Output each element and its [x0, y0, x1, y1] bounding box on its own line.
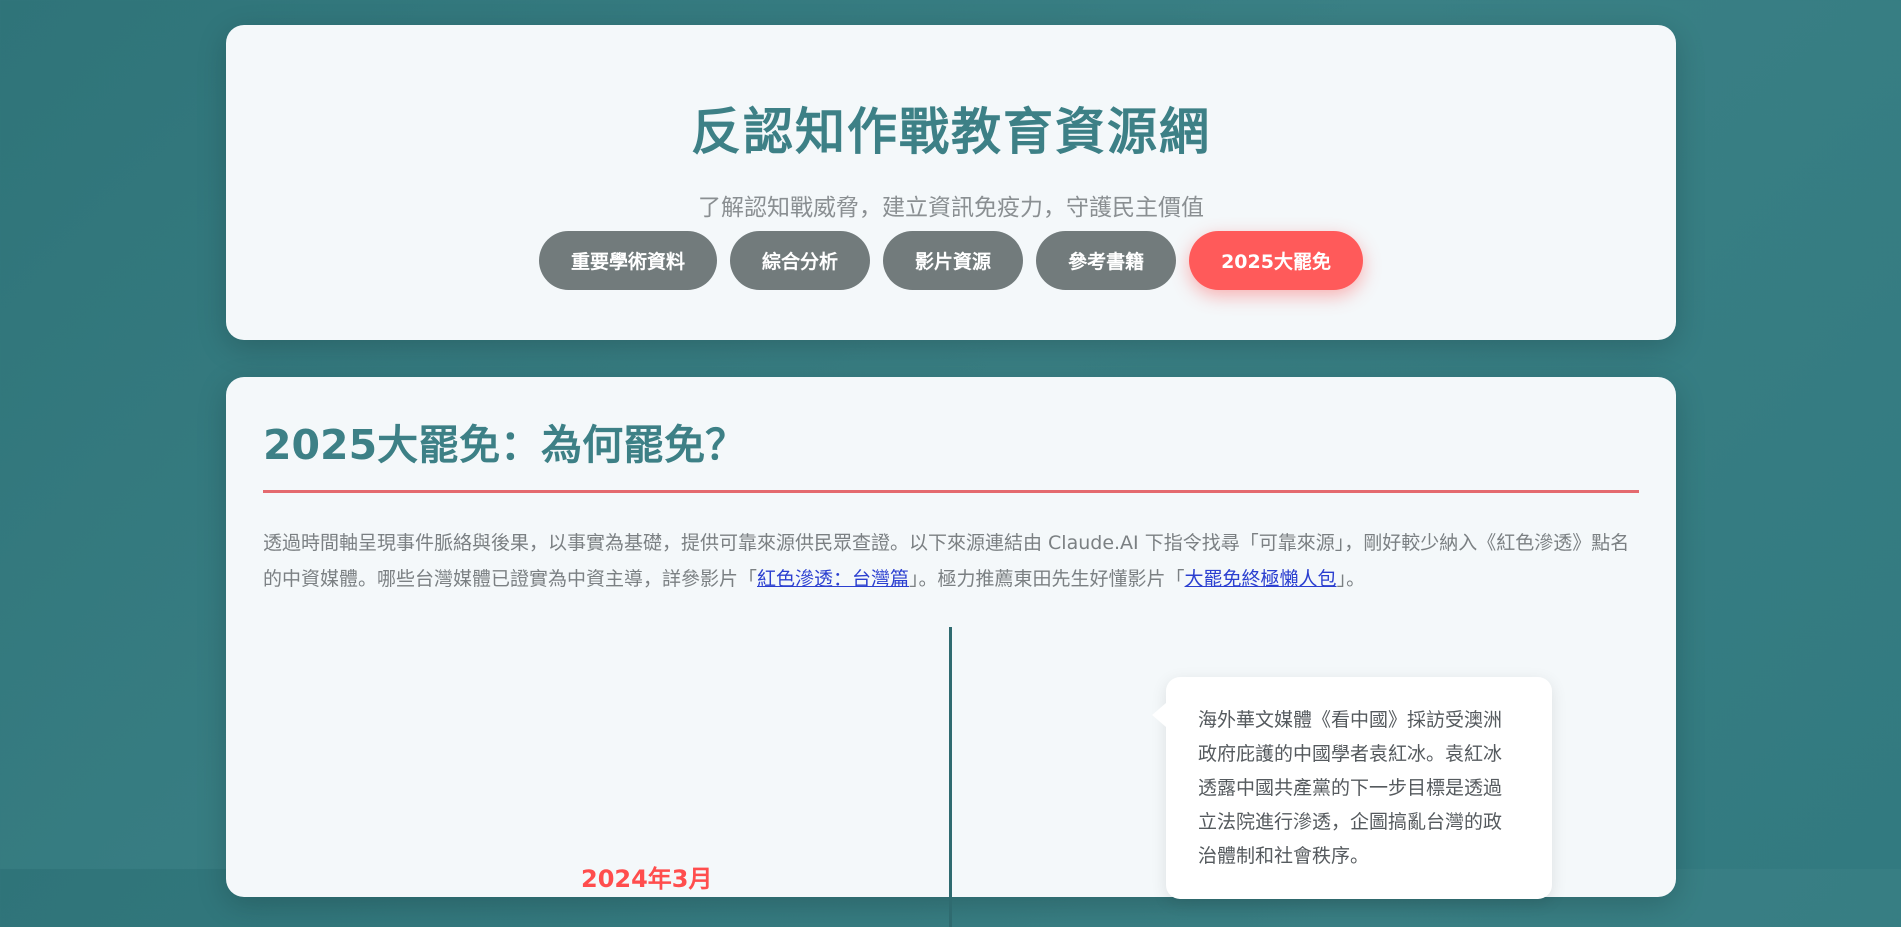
timeline-date: 2024年3月: [581, 865, 713, 893]
title-divider: [263, 490, 1639, 493]
timeline-event-card: 海外華文媒體《看中國》採訪受澳洲政府庇護的中國學者袁紅冰。袁紅冰透露中國共產黨的…: [1152, 677, 1552, 899]
red-infiltration-link[interactable]: 紅色滲透：台灣篇: [757, 568, 909, 590]
nav-video-button[interactable]: 影片資源: [883, 231, 1024, 290]
nav-recall-2025-button[interactable]: 2025大罷免: [1189, 231, 1363, 290]
intro-text-3: 」。: [1336, 568, 1366, 590]
section-title: 2025大罷免：為何罷免？: [263, 421, 747, 469]
section-intro: 透過時間軸呈現事件脈絡與後果，以事實為基礎，提供可靠來源供民眾查證。以下來源連結…: [263, 525, 1643, 597]
header-card: 反認知作戰教育資源網 了解認知戰威脅，建立資訊免疫力，守護民主價值 重要學術資料…: [226, 25, 1676, 340]
nav-books-button[interactable]: 參考書籍: [1036, 231, 1177, 290]
nav-analysis-button[interactable]: 綜合分析: [730, 231, 871, 290]
timeline-axis: [949, 627, 952, 927]
site-subtitle: 了解認知戰威脅，建立資訊免疫力，守護民主價值: [698, 195, 1204, 221]
site-title: 反認知作戰教育資源網: [691, 103, 1211, 161]
main-nav: 重要學術資料 綜合分析 影片資源 參考書籍 2025大罷免: [226, 231, 1676, 290]
nav-academic-button[interactable]: 重要學術資料: [539, 231, 718, 290]
intro-text-2: 」。極力推薦東田先生好懂影片「: [909, 568, 1185, 590]
content-card: 2025大罷免：為何罷免？ 透過時間軸呈現事件脈絡與後果，以事實為基礎，提供可靠…: [226, 377, 1676, 927]
recall-guide-link[interactable]: 大罷免終極懶人包: [1185, 568, 1337, 590]
